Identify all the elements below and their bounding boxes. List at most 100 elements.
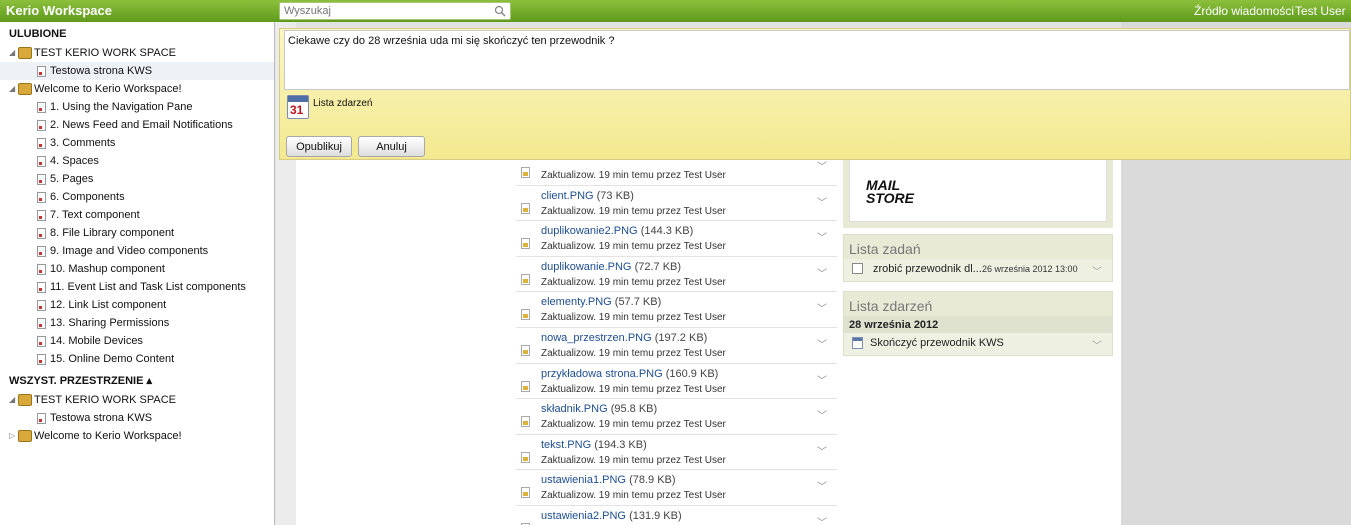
tree-page-item[interactable]: Testowa strona KWS xyxy=(0,62,274,80)
file-row[interactable]: duplikowanie.PNG (72.7 KB) Zaktualizow. 1… xyxy=(516,257,837,293)
news-source-link[interactable]: Źródło wiadomości xyxy=(1194,4,1294,18)
file-row[interactable]: ustawienia1.PNG (78.9 KB) Zaktualizow. 19… xyxy=(516,470,837,506)
tree-item-label[interactable]: 10. Mashup component xyxy=(50,260,165,278)
tree-page-item[interactable]: 8. File Library component xyxy=(0,224,274,242)
file-size: (73 KB) xyxy=(596,189,634,202)
tree-item-label[interactable]: Testowa strona KWS xyxy=(50,409,152,427)
tree-page-item[interactable]: 7. Text component xyxy=(0,206,274,224)
file-link[interactable]: składnik.PNG xyxy=(541,403,608,415)
file-link[interactable]: przykładowa strona.PNG xyxy=(541,368,663,380)
tree-page-item[interactable]: 14. Mobile Devices xyxy=(0,332,274,350)
search-icon[interactable] xyxy=(494,5,506,17)
file-link[interactable]: duplikowanie.PNG xyxy=(541,261,632,273)
tree-item-label[interactable]: Welcome to Kerio Workspace! xyxy=(34,427,182,445)
file-size: (57.7 KB) xyxy=(614,296,662,309)
tree-page-item[interactable]: 2. News Feed and Email Notifications xyxy=(0,116,274,134)
tree-item-label[interactable]: 1. Using the Navigation Pane xyxy=(50,98,192,116)
tree-item-label[interactable]: 7. Text component xyxy=(50,206,140,224)
task-checkbox[interactable] xyxy=(852,263,863,274)
tree-page-item[interactable]: 3. Comments xyxy=(0,134,274,152)
chevron-down-icon[interactable]: ﹀ xyxy=(817,229,827,244)
chevron-down-icon[interactable]: ﹀ xyxy=(817,478,827,493)
expand-arrow-icon[interactable]: ◢ xyxy=(9,44,15,62)
tree-item-label[interactable]: Testowa strona KWS xyxy=(50,62,152,80)
tree-page-item[interactable]: 1. Using the Navigation Pane xyxy=(0,98,274,116)
chevron-down-icon[interactable]: ﹀ xyxy=(817,158,827,173)
file-link[interactable]: client.PNG xyxy=(541,190,594,202)
tree-item-label[interactable]: 13. Sharing Permissions xyxy=(50,314,169,332)
file-link[interactable]: ustawienia1.PNG xyxy=(541,474,626,486)
tree-page-item[interactable]: 15. Online Demo Content xyxy=(0,350,274,368)
search-box[interactable] xyxy=(279,2,511,20)
tree-page-item[interactable]: 5. Pages xyxy=(0,170,274,188)
tree-item-label[interactable]: 4. Spaces xyxy=(50,152,99,170)
tree-space-item[interactable]: ◢ TEST KERIO WORK SPACE xyxy=(0,391,274,409)
chevron-down-icon[interactable]: ﹀ xyxy=(817,407,827,422)
file-size: (78.9 KB) xyxy=(629,474,676,487)
file-row[interactable]: client.PNG (73 KB) Zaktualizow. 19 min te… xyxy=(516,186,837,222)
chevron-down-icon[interactable]: ﹀ xyxy=(817,372,827,387)
all-spaces-title[interactable]: WSZYST. PRZESTRZENIE ▴ xyxy=(0,368,274,391)
tree-page-item[interactable]: 12. Link List component xyxy=(0,296,274,314)
file-row[interactable]: przykładowa strona.PNG (160.9 KB) Zaktual… xyxy=(516,364,837,400)
tree-item-label[interactable]: 3. Comments xyxy=(50,134,115,152)
tree-item-label[interactable]: 9. Image and Video components xyxy=(50,242,208,260)
file-row[interactable]: składnik.PNG (95.8 KB) Zaktualizow. 19 mi… xyxy=(516,399,837,435)
chevron-down-icon[interactable]: ﹀ xyxy=(1092,263,1102,278)
tree-space-item[interactable]: ▷ Welcome to Kerio Workspace! xyxy=(0,427,274,445)
file-row[interactable]: ustawienia2.PNG (131.9 KB)Zaktualizow. 1… xyxy=(516,506,837,525)
tree-page-item[interactable]: 6. Components xyxy=(0,188,274,206)
tree-item-label[interactable]: 15. Online Demo Content xyxy=(50,350,174,368)
tree-page-item[interactable]: 11. Event List and Task List components xyxy=(0,278,274,296)
chevron-down-icon[interactable]: ﹀ xyxy=(1092,337,1102,352)
tree-item-label[interactable]: 12. Link List component xyxy=(50,296,166,314)
tree-page-item[interactable]: 9. Image and Video components xyxy=(0,242,274,260)
file-link[interactable]: duplikowanie2.PNG xyxy=(541,225,638,237)
file-link[interactable]: elementy.PNG xyxy=(541,296,612,308)
file-row[interactable]: elementy.PNG (57.7 KB) Zaktualizow. 19 mi… xyxy=(516,292,837,328)
event-label[interactable]: Skończyć przewodnik KWS xyxy=(870,337,1004,349)
expand-arrow-icon[interactable]: ◢ xyxy=(9,391,15,409)
expand-arrow-icon[interactable]: ◢ xyxy=(9,80,15,98)
tree-space-item[interactable]: ◢ Welcome to Kerio Workspace! xyxy=(0,80,274,98)
chevron-down-icon[interactable]: ﹀ xyxy=(817,514,827,525)
tree-page-item[interactable]: 13. Sharing Permissions xyxy=(0,314,274,332)
page-icon xyxy=(37,354,46,365)
tree-item-label[interactable]: 2. News Feed and Email Notifications xyxy=(50,116,233,134)
task-label[interactable]: zrobić przewodnik dl... xyxy=(873,263,982,275)
chevron-down-icon[interactable]: ﹀ xyxy=(817,194,827,209)
tree-item-label[interactable]: 11. Event List and Task List components xyxy=(50,278,246,296)
cancel-button[interactable]: Anuluj xyxy=(358,136,425,157)
file-row[interactable]: nowa_przestrzen.PNG (197.2 KB) Zaktualizo… xyxy=(516,328,837,364)
chevron-down-icon[interactable]: ﹀ xyxy=(817,265,827,280)
tree-item-label[interactable]: TEST KERIO WORK SPACE xyxy=(34,44,176,62)
tree-page-item[interactable]: Testowa strona KWS xyxy=(0,409,274,427)
tree-item-label[interactable]: 14. Mobile Devices xyxy=(50,332,143,350)
file-meta: Zaktualizow. 19 min temu przez Test User xyxy=(541,347,726,359)
file-link[interactable]: ustawienia2.PNG xyxy=(541,510,626,522)
collapse-arrow-icon[interactable]: ▷ xyxy=(9,427,15,445)
publish-button[interactable]: Opublikuj xyxy=(286,136,352,157)
tree-space-item[interactable]: ◢ TEST KERIO WORK SPACE xyxy=(0,44,274,62)
tree-page-item[interactable]: 10. Mashup component xyxy=(0,260,274,278)
tree-item-label[interactable]: 6. Components xyxy=(50,188,125,206)
tree-page-item[interactable]: 4. Spaces xyxy=(0,152,274,170)
comment-input[interactable]: Ciekawe czy do 28 września uda mi się sk… xyxy=(284,30,1350,90)
file-link[interactable]: nowa_przestrzen.PNG xyxy=(541,332,652,344)
tree-item-label[interactable]: Welcome to Kerio Workspace! xyxy=(34,80,182,98)
chevron-down-icon[interactable]: ﹀ xyxy=(817,300,827,315)
search-input[interactable] xyxy=(280,3,480,19)
tree-item-label[interactable]: 8. File Library component xyxy=(50,224,174,242)
tree-item-label[interactable]: 5. Pages xyxy=(50,170,93,188)
file-link[interactable]: tekst.PNG xyxy=(541,439,591,451)
file-row[interactable]: duplikowanie2.PNG (144.3 KB) Zaktualizow.… xyxy=(516,221,837,257)
file-size: (194.3 KB) xyxy=(594,438,647,451)
chevron-down-icon[interactable]: ﹀ xyxy=(817,443,827,458)
chevron-down-icon[interactable]: ﹀ xyxy=(817,336,827,351)
tree-item-label[interactable]: TEST KERIO WORK SPACE xyxy=(34,391,176,409)
file-row[interactable]: tekst.PNG (194.3 KB) Zaktualizow. 19 min … xyxy=(516,435,837,471)
file-library: Zaktualizow. 19 min temu przez Test User… xyxy=(516,150,837,525)
event-item[interactable]: Skończyć przewodnik KWS ﹀ xyxy=(844,333,1112,355)
task-item[interactable]: zrobić przewodnik dl... 26 września 2012… xyxy=(844,259,1112,281)
calendar-icon: 31 xyxy=(287,95,309,119)
